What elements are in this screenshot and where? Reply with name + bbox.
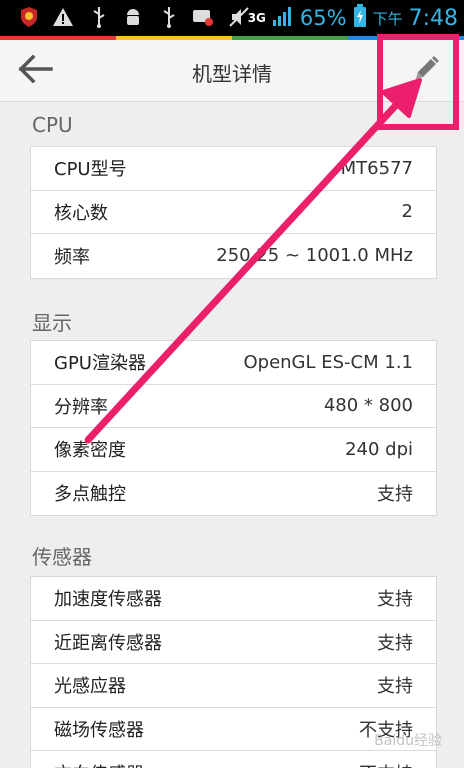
- row-value: 240 dpi: [345, 438, 413, 460]
- row-label: GPU渲染器: [54, 353, 146, 375]
- message-icon: [192, 6, 214, 28]
- row-value: 支持: [377, 484, 413, 506]
- table-row: 近距离传感器 支持: [31, 621, 436, 664]
- warning-icon: [52, 6, 74, 28]
- row-label: 核心数: [54, 202, 108, 224]
- row-label: 光感应器: [54, 676, 126, 698]
- table-row: 多点触控 支持: [31, 472, 436, 516]
- table-row: CPU型号 MT6577: [31, 147, 436, 191]
- table-row: 加速度传感器 支持: [31, 577, 436, 621]
- row-value: MT6577: [340, 157, 413, 179]
- shield-icon: [18, 6, 40, 28]
- row-value: 支持: [377, 676, 413, 698]
- row-label: 多点触控: [54, 484, 126, 506]
- row-label: CPU型号: [54, 159, 127, 181]
- annotation-highlight-box: [377, 34, 459, 130]
- row-label: 近距离传感器: [54, 632, 162, 654]
- table-row: 频率 250.25 ~ 1001.0 MHz: [31, 234, 436, 278]
- row-label: 加速度传感器: [54, 589, 162, 611]
- network-type: 3G: [247, 11, 266, 25]
- section-title-sensors: 传感器: [32, 545, 92, 569]
- row-label: 磁场传感器: [54, 719, 144, 741]
- watermark: Baidu经验: [374, 733, 442, 749]
- table-row: 像素密度 240 dpi: [31, 428, 436, 472]
- clock: 7:48: [408, 5, 458, 31]
- row-label: 分辨率: [54, 396, 108, 418]
- mute-icon: [228, 6, 250, 28]
- table-row: 核心数 2: [31, 191, 436, 234]
- row-value: 不支持: [359, 760, 413, 768]
- row-value: 支持: [377, 632, 413, 654]
- row-value: 250.25 ~ 1001.0 MHz: [216, 245, 413, 267]
- usb-icon: [88, 6, 110, 28]
- section-title-display: 显示: [32, 311, 72, 335]
- display-card: GPU渲染器 OpenGL ES-CM 1.1 分辨率 480 * 800 像素密度…: [30, 340, 437, 516]
- battery-percent: 65%: [299, 6, 347, 30]
- table-row: 分辨率 480 * 800: [31, 385, 436, 428]
- row-value: 480 * 800: [323, 395, 413, 417]
- row-label: 频率: [54, 246, 90, 268]
- status-bar: 3G 65% 下午 7:48: [0, 0, 464, 36]
- table-row: 光感应器 支持: [31, 664, 436, 708]
- android-debug-icon: [122, 6, 144, 28]
- battery-charging-icon: [353, 4, 367, 32]
- usb-icon: [158, 6, 180, 28]
- section-title-cpu: CPU: [32, 113, 73, 137]
- row-label: 方向传感器: [54, 760, 144, 768]
- table-row: GPU渲染器 OpenGL ES-CM 1.1: [31, 341, 436, 385]
- row-label: 像素密度: [54, 440, 126, 462]
- signal-icon: [272, 5, 294, 31]
- table-row: 方向传感器 不支持: [31, 751, 436, 768]
- cpu-card: CPU型号 MT6577 核心数 2 频率 250.25 ~ 1001.0 MHz: [30, 146, 437, 279]
- time-ampm: 下午: [372, 9, 403, 28]
- row-value: 2: [401, 201, 413, 223]
- row-value: OpenGL ES-CM 1.1: [243, 351, 413, 373]
- row-value: 支持: [377, 589, 413, 611]
